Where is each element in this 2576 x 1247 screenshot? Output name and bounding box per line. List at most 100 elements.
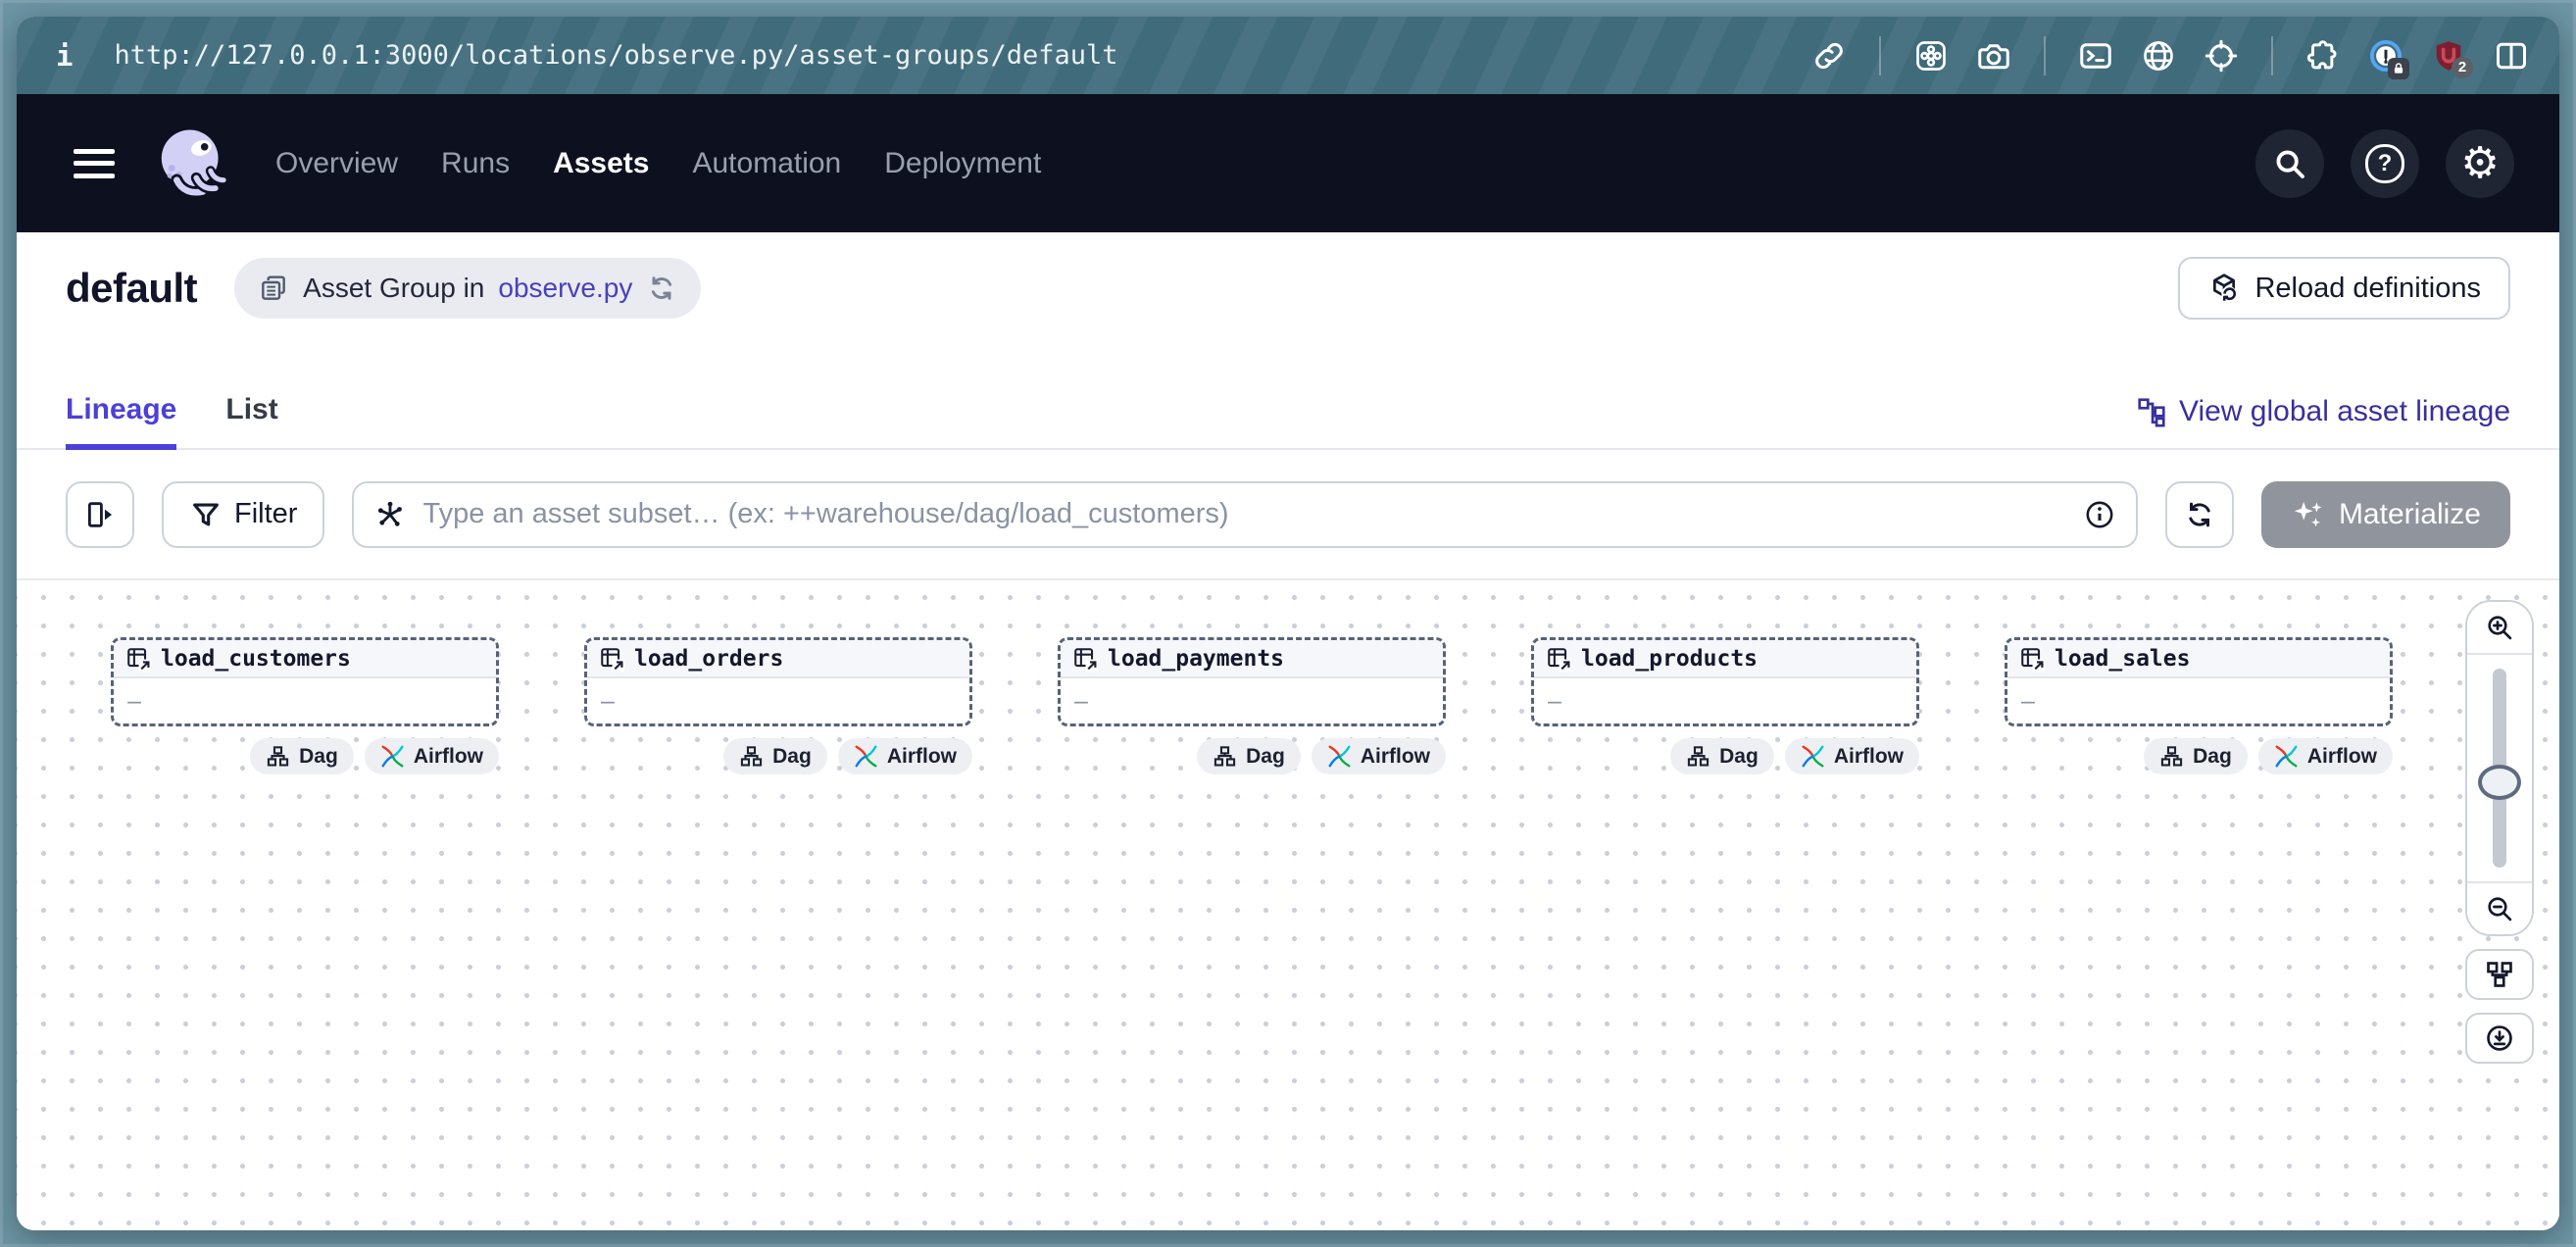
tag-airflow[interactable]: Airflow bbox=[838, 738, 972, 774]
split-view-icon[interactable] bbox=[2493, 37, 2530, 75]
refresh-button[interactable] bbox=[2165, 481, 2234, 548]
info-indicator: i bbox=[56, 39, 73, 73]
nav-item-runs[interactable]: Runs bbox=[441, 147, 510, 180]
target-icon[interactable] bbox=[2203, 37, 2240, 75]
asset-node[interactable]: load_customers – Dag Airflow bbox=[111, 637, 499, 774]
asset-table-icon bbox=[2019, 646, 2045, 672]
hamburger-menu-icon[interactable] bbox=[74, 149, 115, 178]
filter-button[interactable]: Filter bbox=[162, 481, 324, 548]
asset-table-icon bbox=[125, 646, 151, 672]
photos-icon[interactable] bbox=[1912, 37, 1950, 75]
asset-table-icon bbox=[599, 646, 624, 672]
dagster-logo[interactable] bbox=[154, 123, 232, 205]
tag-label: Dag bbox=[1719, 745, 1759, 769]
tab-lineage[interactable]: Lineage bbox=[66, 393, 176, 450]
asset-status-value: – bbox=[601, 687, 615, 716]
tag-airflow[interactable]: Airflow bbox=[1312, 738, 1446, 774]
url-text[interactable]: http://127.0.0.1:3000/locations/observe.… bbox=[114, 40, 1810, 71]
lineage-graph-canvas[interactable]: load_customers – Dag Airflow bbox=[17, 580, 2559, 1230]
link-icon[interactable] bbox=[1810, 37, 1848, 75]
nav-item-automation[interactable]: Automation bbox=[692, 147, 841, 180]
asset-subset-input-wrap bbox=[352, 481, 2137, 548]
zoom-in-button[interactable] bbox=[2467, 602, 2532, 655]
info-icon[interactable] bbox=[2083, 498, 2116, 531]
materialize-button[interactable]: Materialize bbox=[2261, 481, 2510, 548]
page-header: default Asset Group in observe.py Reload… bbox=[17, 232, 2559, 450]
tag-dag[interactable]: Dag bbox=[250, 738, 354, 774]
toolbar-divider bbox=[1879, 36, 1881, 75]
relayout-graph-button[interactable] bbox=[2465, 949, 2534, 1000]
help-icon: ? bbox=[2365, 144, 2404, 183]
shield-badge-count: 2 bbox=[2452, 57, 2473, 78]
recenter-button[interactable] bbox=[2465, 1013, 2534, 1064]
nav-item-assets[interactable]: Assets bbox=[553, 147, 649, 180]
airflow-icon bbox=[1801, 744, 1825, 769]
tag-label: Airflow bbox=[1361, 745, 1430, 769]
onepassword-icon[interactable] bbox=[2367, 37, 2404, 75]
browser-url-bar: i http://127.0.0.1:3000/locations/observ… bbox=[17, 17, 2559, 94]
asset-status-value: – bbox=[1548, 687, 1561, 716]
tag-airflow[interactable]: Airflow bbox=[2258, 738, 2393, 774]
airflow-icon bbox=[380, 744, 405, 769]
asset-node[interactable]: load_payments – Dag Airflow bbox=[1058, 637, 1446, 774]
asset-subset-input[interactable] bbox=[421, 497, 2068, 531]
tag-airflow[interactable]: Airflow bbox=[365, 738, 499, 774]
sync-icon[interactable] bbox=[646, 273, 677, 304]
tag-dag[interactable]: Dag bbox=[1670, 738, 1774, 774]
dag-icon bbox=[2159, 744, 2184, 769]
asset-node-box[interactable]: load_products – bbox=[1531, 637, 1919, 726]
asset-status-value: – bbox=[2021, 687, 2035, 716]
tag-dag[interactable]: Dag bbox=[1197, 738, 1301, 774]
extensions-puzzle-icon[interactable] bbox=[2304, 37, 2342, 75]
tag-dag[interactable]: Dag bbox=[2144, 738, 2248, 774]
zoom-out-button[interactable] bbox=[2467, 881, 2532, 934]
refresh-icon bbox=[2183, 498, 2216, 531]
expand-panel-icon bbox=[83, 498, 117, 531]
help-button[interactable]: ? bbox=[2351, 129, 2419, 198]
badge-file-link[interactable]: observe.py bbox=[498, 273, 632, 304]
asset-node[interactable]: load_sales – Dag Airflow bbox=[2005, 637, 2393, 774]
asset-node[interactable]: load_orders – Dag Airflow bbox=[584, 637, 972, 774]
tab-list[interactable]: List bbox=[225, 393, 277, 448]
asset-name: load_payments bbox=[1108, 646, 1284, 672]
asset-node[interactable]: load_products – Dag Airflow bbox=[1531, 637, 1919, 774]
zoom-slider-thumb[interactable] bbox=[2478, 765, 2521, 800]
asset-node-box[interactable]: load_sales – bbox=[2005, 637, 2393, 726]
tag-dag[interactable]: Dag bbox=[723, 738, 827, 774]
nav-item-overview[interactable]: Overview bbox=[275, 147, 398, 180]
nav-action-buttons: ? ⚙ bbox=[2255, 129, 2514, 198]
settings-button[interactable]: ⚙ bbox=[2446, 129, 2514, 198]
asset-table-icon bbox=[1072, 646, 1098, 672]
lineage-toolbar: Filter Materialize bbox=[17, 450, 2559, 580]
search-icon bbox=[2271, 145, 2308, 182]
search-button[interactable] bbox=[2255, 129, 2324, 198]
tag-airflow[interactable]: Airflow bbox=[1785, 738, 1919, 774]
asset-table-icon bbox=[1546, 646, 1571, 672]
gear-icon: ⚙ bbox=[2460, 142, 2499, 185]
browser-window: i http://127.0.0.1:3000/locations/observ… bbox=[17, 17, 2559, 1230]
asset-node-box[interactable]: load_orders – bbox=[584, 637, 972, 726]
reload-definitions-button[interactable]: Reload definitions bbox=[2178, 257, 2510, 320]
zoom-slider[interactable] bbox=[2467, 655, 2532, 881]
page-title: default bbox=[66, 265, 197, 312]
browser-toolbar-icons: 2 bbox=[1810, 36, 2530, 75]
open-side-panel-button[interactable] bbox=[66, 481, 134, 548]
tag-label: Airflow bbox=[887, 745, 957, 769]
adblock-shield-icon[interactable]: 2 bbox=[2430, 37, 2467, 75]
airflow-icon bbox=[1327, 744, 1352, 769]
camera-icon[interactable] bbox=[1975, 37, 2012, 75]
asset-node-box[interactable]: load_customers – bbox=[111, 637, 499, 726]
nav-items: Overview Runs Assets Automation Deployme… bbox=[275, 147, 1041, 180]
asset-name: load_sales bbox=[2055, 646, 2190, 672]
terminal-icon[interactable] bbox=[2077, 37, 2114, 75]
asset-node-box[interactable]: load_payments – bbox=[1058, 637, 1446, 726]
nav-item-deployment[interactable]: Deployment bbox=[884, 147, 1041, 180]
view-global-asset-lineage-link[interactable]: View global asset lineage bbox=[2136, 395, 2510, 448]
asset-group-icon bbox=[258, 273, 289, 304]
screenshot-stage: i http://127.0.0.1:3000/locations/observ… bbox=[0, 0, 2576, 1247]
reload-cube-icon bbox=[2207, 272, 2241, 305]
asset-group-badge: Asset Group in observe.py bbox=[234, 258, 701, 319]
globe-icon[interactable] bbox=[2140, 37, 2177, 75]
dag-icon bbox=[739, 744, 764, 769]
view-global-label: View global asset lineage bbox=[2179, 395, 2510, 428]
